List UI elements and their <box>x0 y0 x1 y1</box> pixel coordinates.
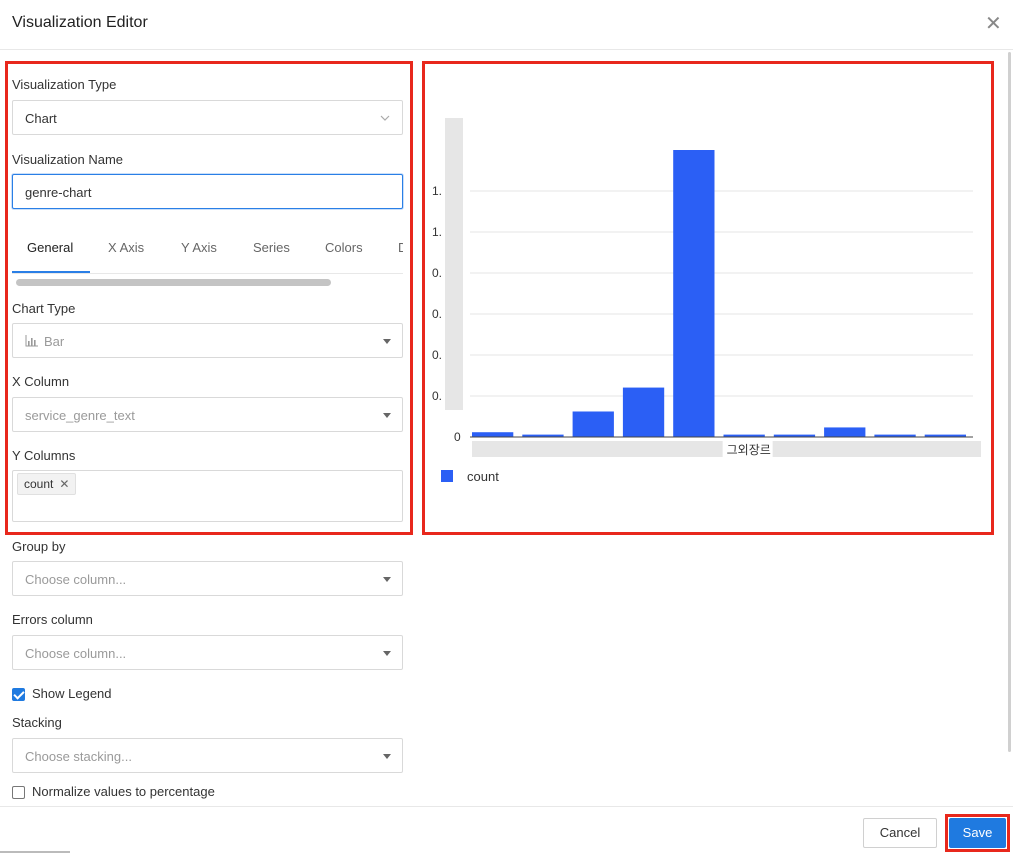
dialog-scrollbar[interactable] <box>1008 52 1011 752</box>
show-legend-label: Show Legend <box>32 686 112 701</box>
dialog-header: Visualization Editor ✕ <box>0 0 1013 50</box>
save-highlight-box <box>945 814 1010 852</box>
errors-column-select[interactable]: Choose column... <box>12 635 403 670</box>
close-icon[interactable]: ✕ <box>985 14 1003 34</box>
stacking-label: Stacking <box>12 715 62 730</box>
group-by-placeholder: Choose column... <box>25 572 127 587</box>
dialog-title: Visualization Editor <box>12 14 148 31</box>
dialog-footer <box>0 806 1013 853</box>
group-by-select[interactable]: Choose column... <box>12 561 403 596</box>
visualization-editor-dialog: Visualization Editor ✕ Visualization Typ… <box>0 0 1013 853</box>
show-legend-checkbox[interactable] <box>12 688 25 701</box>
cancel-button[interactable]: Cancel <box>863 818 937 848</box>
caret-down-icon <box>383 754 391 759</box>
stacking-select[interactable]: Choose stacking... <box>12 738 403 773</box>
group-by-label: Group by <box>12 539 66 554</box>
preview-highlight-box <box>422 61 994 535</box>
stacking-placeholder: Choose stacking... <box>25 749 132 764</box>
errors-column-placeholder: Choose column... <box>25 646 127 661</box>
caret-down-icon <box>383 577 391 582</box>
settings-highlight-box <box>5 61 413 535</box>
normalize-checkbox[interactable] <box>12 786 25 799</box>
normalize-label: Normalize values to percentage <box>32 784 215 799</box>
caret-down-icon <box>383 651 391 656</box>
errors-column-label: Errors column <box>12 612 93 627</box>
